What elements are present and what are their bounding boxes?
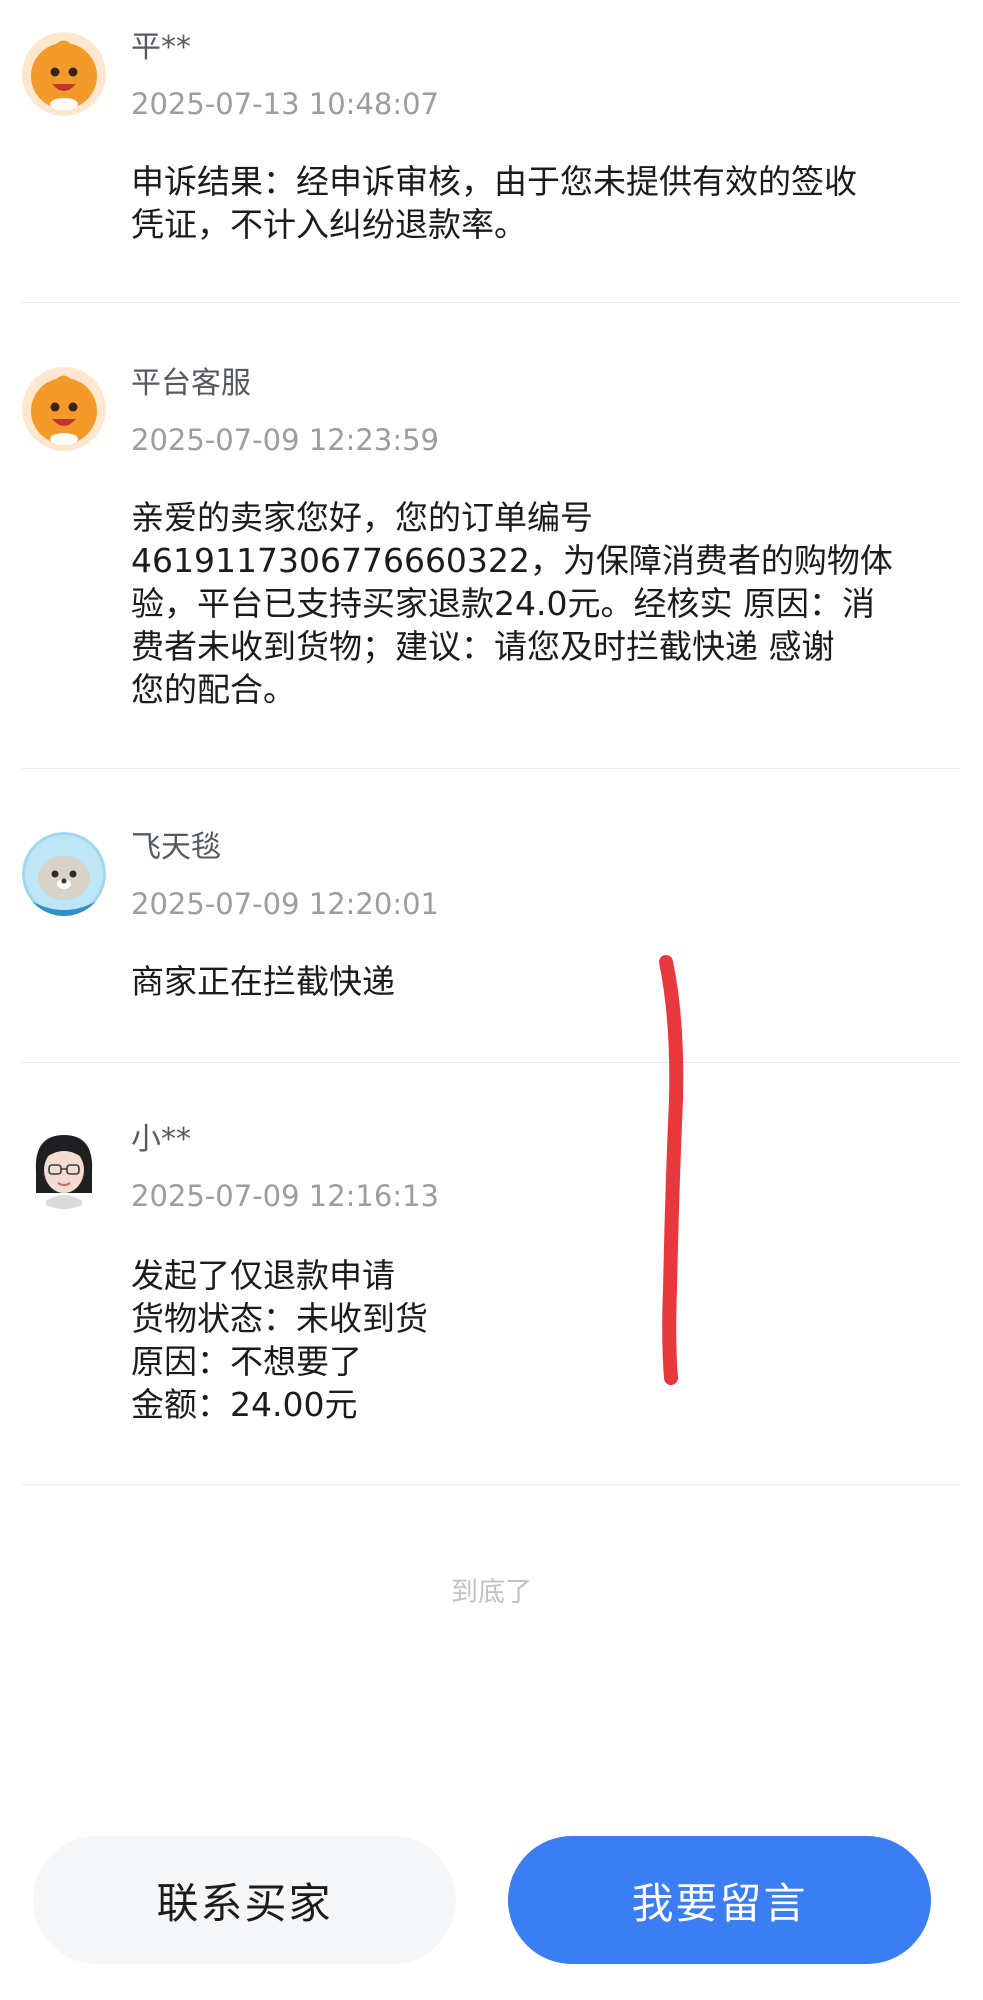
sender-name: 小** bbox=[131, 1122, 191, 1157]
sender-name: 飞天毯 bbox=[131, 830, 221, 865]
message-content: 申诉结果：经申诉审核，由于您未提供有效的签收 凭证，不计入纠纷退款率。 bbox=[131, 162, 857, 244]
message-content: 发起了仅退款申请 货物状态：未收到货 原因：不想要了 金额：24.00元 bbox=[131, 1256, 428, 1424]
girl-avatar[interactable] bbox=[22, 1125, 106, 1209]
message-time: 2025-07-09 12:16:13 bbox=[131, 1179, 439, 1213]
sender-name: 平台客服 bbox=[131, 366, 251, 401]
end-of-list-note: 到底了 bbox=[451, 1577, 532, 1608]
divider bbox=[22, 1484, 961, 1485]
message-time: 2025-07-13 10:48:07 bbox=[131, 87, 439, 121]
message-content: 商家正在拦截快递 bbox=[131, 962, 395, 1001]
divider bbox=[22, 768, 961, 769]
message-content: 亲爱的卖家您好，您的订单编号 4619117306776660322，为保障消费… bbox=[131, 498, 893, 709]
divider bbox=[22, 1062, 961, 1063]
sender-name: 平** bbox=[131, 30, 191, 65]
leave-message-button[interactable]: 我要留言 bbox=[508, 1836, 931, 1964]
mascot-avatar[interactable] bbox=[22, 32, 106, 116]
message-time: 2025-07-09 12:23:59 bbox=[131, 423, 439, 457]
divider bbox=[22, 302, 961, 303]
seal-avatar[interactable] bbox=[22, 832, 106, 916]
mascot-avatar[interactable] bbox=[22, 367, 106, 451]
message-time: 2025-07-09 12:20:01 bbox=[131, 887, 439, 921]
contact-buyer-button[interactable]: 联系买家 bbox=[33, 1836, 456, 1964]
